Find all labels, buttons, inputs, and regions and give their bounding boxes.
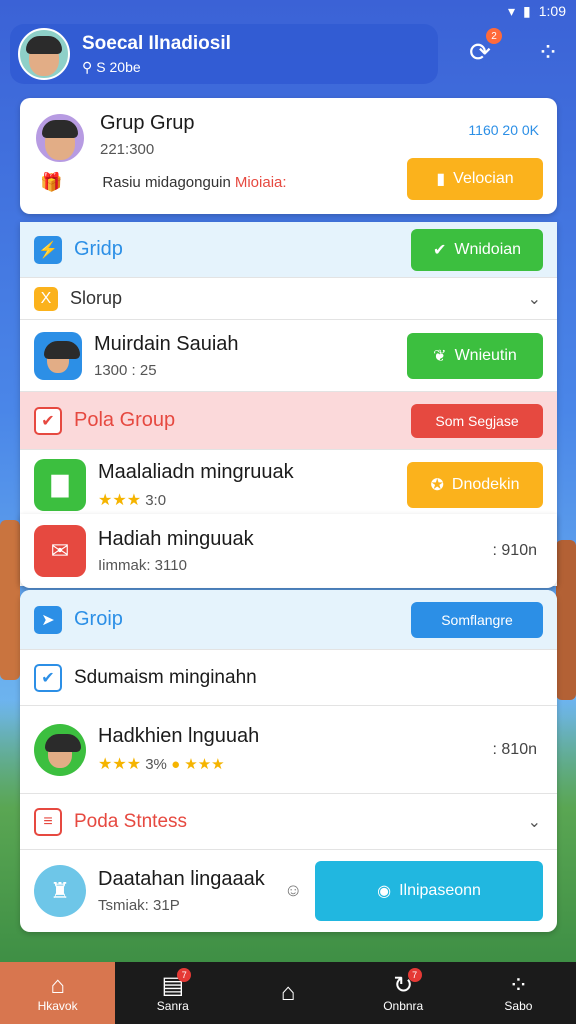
wnidoian-button[interactable]: ✔ Wnidoian <box>411 228 543 271</box>
item-sub: Tsmiak: 31P <box>98 897 180 914</box>
item-value: : 810n <box>492 740 537 758</box>
list-item[interactable]: Hadkhien lnguuah ★★★ 3% ● ★★★ : 810n <box>20 706 557 794</box>
item-title: Sdumaism minginahn <box>74 666 257 688</box>
trophy-icon: ✪ <box>430 477 444 494</box>
section-groip[interactable]: ➤ Groip Somflangre <box>20 590 557 650</box>
dnodekin-button[interactable]: ✪ Dnodekin <box>407 462 543 508</box>
smile-icon: ☺ <box>284 880 303 900</box>
item-sub: Iimmak: 3110 <box>98 557 187 574</box>
user-thumbnail <box>34 723 86 776</box>
nav-sabo[interactable]: ⁘ Sabo <box>461 962 576 1024</box>
wifi-icon: ▾ <box>508 2 516 19</box>
checkbox-icon[interactable]: ✔ <box>34 663 62 692</box>
profile-desc: Rasiu midagonguin <box>102 174 231 191</box>
section-label: Groip <box>74 608 123 630</box>
rating-stars: ★★★ <box>98 756 142 773</box>
item-title: Hadiah minguuak <box>98 528 254 550</box>
header-bar: Soecal Ilnadiosil ⚲ S 20be <box>10 24 438 84</box>
item-title: Maalaliadn mingruuak <box>98 460 294 483</box>
list-icon: ≡ <box>34 807 62 836</box>
item-title: Hadkhien lnguuah <box>98 725 260 747</box>
camera-icon: ◉ <box>377 883 392 900</box>
nav-home[interactable]: ⌂ Hkavok <box>0 962 116 1024</box>
more-icon[interactable]: ⁘ <box>528 32 568 72</box>
lightning-icon: ⚡ <box>34 235 62 264</box>
som-segjase-button[interactable]: Som Segjase <box>411 403 543 438</box>
item-title: Muirdain Sauiah <box>94 332 239 355</box>
avatar[interactable] <box>18 28 70 80</box>
wnieutin-button[interactable]: ❦ Wnieutin <box>407 332 543 379</box>
section-gridp[interactable]: ⚡ Gridp ✔ Wnidoian <box>20 222 557 278</box>
section-label: Pola Group <box>74 409 176 431</box>
profile-name: Grup Grup <box>100 112 195 134</box>
item-sub: 1300 : 25 <box>94 361 157 379</box>
status-time: 1:09 <box>538 3 566 19</box>
nav-sanra[interactable]: ▤ 7 Sanra <box>115 962 230 1024</box>
bottom-navigation: ⌂ Hkavok ▤ 7 Sanra ⌂ ↻ 7 Onbnra ⁘ Sabo <box>0 962 576 1024</box>
subsection-slorup[interactable]: X Slorup ⌄ <box>20 278 557 320</box>
search-icon[interactable]: ⚲ <box>82 59 92 76</box>
ilnipaseonn-button[interactable]: ◉ Ilnipaseonn <box>315 861 543 921</box>
profile-count: 221:300 <box>100 141 155 158</box>
list-item[interactable]: ✔ Sdumaism minginahn <box>20 650 557 706</box>
home-icon: ⌂ <box>50 972 65 999</box>
x-box-icon: X <box>34 286 58 311</box>
nav-onbnra[interactable]: ↻ 7 Onbnra <box>346 962 461 1024</box>
check-icon: ✔ <box>432 241 447 259</box>
list-item[interactable]: ▇ Maalaliadn mingruuak ★★★ 3:0 ✪ Dnodekin <box>20 450 557 520</box>
background-house-left <box>0 520 20 680</box>
character-thumbnail: ♜ <box>34 865 86 917</box>
leaf-icon: ❦ <box>433 347 447 365</box>
nav-house[interactable]: ⌂ <box>230 962 345 1024</box>
profile-meta: 1160 20 0K <box>468 122 539 138</box>
coin-icon: ● ★★★ <box>171 756 225 773</box>
section-label: Poda Stntess <box>74 810 188 832</box>
user-thumbnail <box>34 331 82 380</box>
status-bar: ▾ ▮ 1:09 <box>508 0 566 22</box>
list-item[interactable]: ✉ Hadiah minguuak Iimmak: 3110 : 910n <box>20 514 557 588</box>
ticket-thumbnail: ✉ <box>34 525 86 577</box>
velocian-button[interactable]: ▮ Velocian <box>407 158 543 200</box>
subsection-label: Slorup <box>70 288 123 308</box>
profile-avatar[interactable] <box>34 112 86 164</box>
item-sub: 3:0 <box>145 491 167 509</box>
house-outline-icon: ⌂ <box>280 979 296 1006</box>
dots-icon: ⁘ <box>508 972 529 999</box>
item-title: Daatahan lingaaak <box>98 868 265 890</box>
section-pola-group[interactable]: ✔ Pola Group Som Segjase <box>20 392 557 450</box>
checkbox-icon: ✔ <box>34 406 62 435</box>
app-title: Soecal Ilnadiosil <box>82 32 231 54</box>
group-panel-2: ➤ Groip Somflangre ✔ Sdumaism minginahn … <box>20 590 557 932</box>
chevron-down-icon[interactable]: ⌄ <box>528 289 541 309</box>
section-poda-stntess[interactable]: ≡ Poda Stntess ⌄ <box>20 794 557 850</box>
profile-card: Grup Grup 221:300 1160 20 0K 🎁 Rasiu mid… <box>20 98 557 214</box>
notification-icon[interactable]: ⟳ 2 <box>460 28 502 72</box>
group-panel-1b: ✉ Hadiah minguuak Iimmak: 3110 : 910n <box>20 514 557 588</box>
item-sub: 3% <box>145 756 167 773</box>
rating-stars: ★★★ <box>98 491 142 509</box>
list-item[interactable]: Muirdain Sauiah 1300 : 25 ❦ Wnieutin <box>20 320 557 392</box>
somflangre-button[interactable]: Somflangre <box>411 601 543 638</box>
profile-desc-highlight: Mioiaia: <box>234 174 287 191</box>
list-item[interactable]: ♜ Daatahan lingaaak Tsmiak: 31P ☺ ◉ Ilnip… <box>20 850 557 932</box>
section-label: Gridp <box>74 238 123 260</box>
chevron-down-icon[interactable]: ⌄ <box>528 812 541 832</box>
send-icon: ➤ <box>34 605 62 634</box>
gift-icon: 🎁 <box>40 172 63 192</box>
header-subtitle: S 20be <box>96 59 141 75</box>
background-house-right <box>556 540 576 700</box>
phone-icon: ▮ <box>436 171 446 188</box>
gold-bars-thumbnail: ▇ <box>34 459 86 511</box>
item-value: : 910n <box>492 542 537 559</box>
battery-icon: ▮ <box>523 2 531 19</box>
